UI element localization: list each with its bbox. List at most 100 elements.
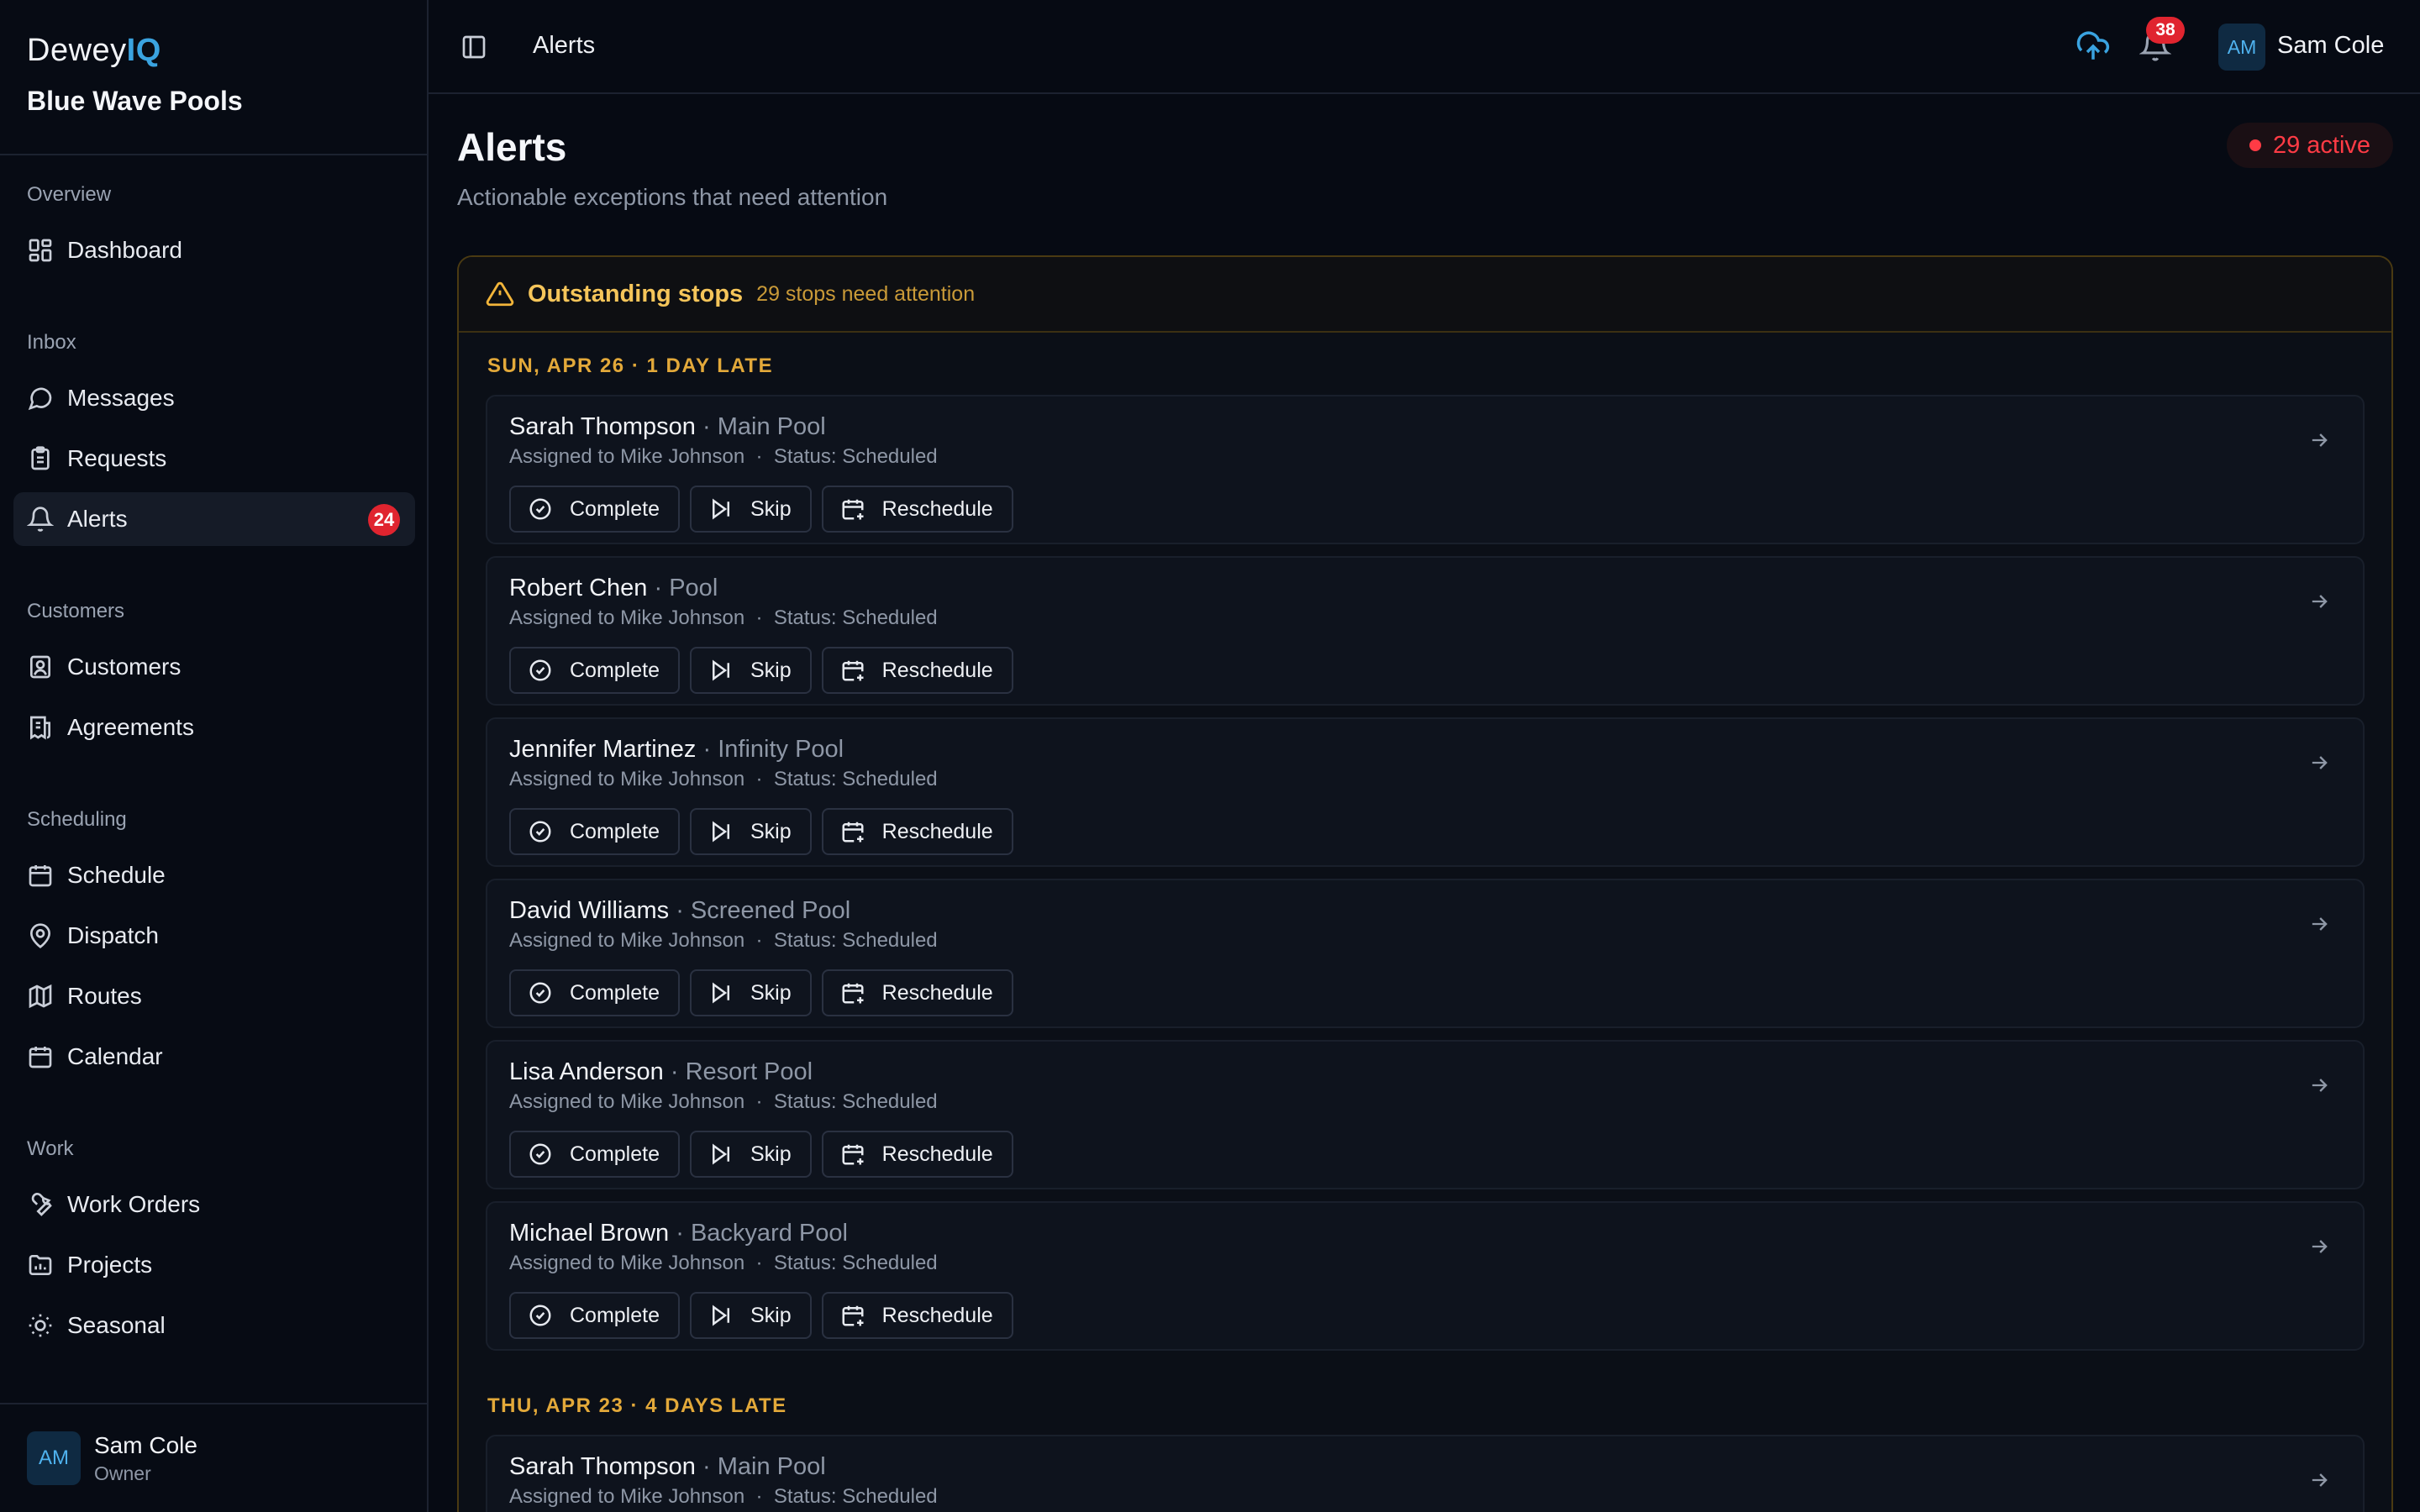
avatar[interactable]: AM [2218, 24, 2265, 71]
stop-card[interactable]: David Williams · Screened Pool Assigned … [486, 879, 2365, 1028]
sidebar-item-dispatch[interactable]: Dispatch [13, 909, 415, 963]
customer-line: Sarah Thompson · Main Pool [509, 413, 826, 441]
sidebar-item-calendar[interactable]: Calendar [13, 1030, 415, 1084]
sidebar-item-schedule[interactable]: Schedule [13, 848, 415, 902]
calendar-plus-icon [842, 660, 864, 681]
reschedule-label: Reschedule [881, 496, 993, 521]
skip-label: Skip [750, 980, 792, 1005]
complete-button[interactable]: Complete [509, 969, 680, 1016]
arrow-right-icon[interactable] [2307, 590, 2331, 613]
reschedule-button[interactable]: Reschedule [821, 1292, 1013, 1339]
skip-button[interactable]: Skip [690, 486, 812, 533]
sidebar: DeweyIQ Blue Wave Pools Overview Dashboa… [0, 0, 429, 1512]
panel-header: Outstanding stops 29 stops need attentio… [459, 257, 2391, 333]
reschedule-button[interactable]: Reschedule [821, 1131, 1013, 1178]
customer-name: Lisa Anderson [509, 1058, 664, 1085]
dashboard-icon [29, 239, 52, 262]
arrow-right-icon[interactable] [2307, 1235, 2331, 1258]
reschedule-button[interactable]: Reschedule [821, 969, 1013, 1016]
stop-card[interactable]: Sarah Thompson · Main Pool Assigned to M… [486, 395, 2365, 544]
stop-meta: Assigned to Mike Johnson · Status: Sched… [509, 445, 938, 469]
pool-name: · Main Pool [702, 413, 826, 440]
nav-section-overview: Overview [27, 183, 112, 206]
alerts-count-badge: 24 [368, 504, 400, 536]
meta-separator: · [750, 1485, 769, 1508]
calendar-plus-icon [842, 822, 864, 843]
sidebar-toggle-icon[interactable] [460, 34, 487, 60]
nav-section-customers: Customers [27, 600, 125, 622]
bell-icon [27, 507, 54, 532]
check-circle-icon [529, 821, 551, 843]
assigned-to: Assigned to Mike Johnson [509, 1485, 745, 1508]
customer-line: Jennifer Martinez · Infinity Pool [509, 736, 844, 764]
skip-label: Skip [750, 658, 792, 682]
sidebar-item-projects[interactable]: Projects [13, 1238, 415, 1292]
sidebar-item-customers[interactable]: Customers [13, 640, 415, 694]
arrow-right-icon[interactable] [2307, 428, 2331, 452]
sidebar-item-agreements[interactable]: Agreements [13, 701, 415, 754]
top-bar: Alerts 38 AM Sam Cole [429, 0, 2420, 94]
arrow-right-icon[interactable] [2307, 1468, 2331, 1492]
complete-label: Complete [570, 819, 660, 843]
complete-button[interactable]: Complete [509, 808, 680, 855]
app-logo[interactable]: DeweyIQ [27, 32, 400, 69]
skip-button[interactable]: Skip [690, 808, 812, 855]
complete-button[interactable]: Complete [509, 486, 680, 533]
skip-button[interactable]: Skip [690, 969, 812, 1016]
stop-card[interactable]: Robert Chen · Pool Assigned to Mike John… [486, 556, 2365, 706]
active-count-badge: 29 active [2227, 123, 2393, 168]
sidebar-item-routes[interactable]: Routes [13, 969, 415, 1023]
skip-label: Skip [750, 496, 792, 521]
sidebar-item-dashboard[interactable]: Dashboard [13, 223, 415, 277]
folder-chart-icon [29, 1255, 52, 1275]
reschedule-button[interactable]: Reschedule [821, 647, 1013, 694]
sidebar-item-messages[interactable]: Messages [13, 371, 415, 425]
stop-card[interactable]: Sarah Thompson · Main Pool Assigned to M… [486, 1435, 2365, 1512]
sidebar-item-label: Routes [67, 983, 142, 1009]
stop-meta: Assigned to Mike Johnson · Status: Sched… [509, 1090, 938, 1114]
skip-button[interactable]: Skip [690, 647, 812, 694]
meta-separator: · [750, 768, 769, 790]
assigned-to: Assigned to Mike Johnson [509, 1252, 745, 1274]
contact-icon [30, 655, 50, 679]
complete-label: Complete [570, 980, 660, 1005]
skip-button[interactable]: Skip [690, 1292, 812, 1339]
pool-name: · Main Pool [702, 1453, 826, 1480]
check-circle-icon [529, 1305, 551, 1326]
check-circle-icon [529, 659, 551, 681]
user-name[interactable]: Sam Cole [2277, 32, 2384, 60]
user-menu[interactable]: AM Sam Cole Owner [0, 1403, 427, 1512]
skip-button[interactable]: Skip [690, 1131, 812, 1178]
sidebar-item-alerts[interactable]: Alerts 24 [13, 492, 415, 546]
stop-card[interactable]: Lisa Anderson · Resort Pool Assigned to … [486, 1040, 2365, 1189]
complete-button[interactable]: Complete [509, 1131, 680, 1178]
date-group-label: THU, APR 23 · 4 DAYS LATE [487, 1394, 787, 1418]
wrench-icon [31, 1193, 52, 1216]
pool-name: · Infinity Pool [702, 736, 844, 763]
stop-card[interactable]: Michael Brown · Backyard Pool Assigned t… [486, 1201, 2365, 1351]
complete-button[interactable]: Complete [509, 647, 680, 694]
arrow-right-icon[interactable] [2307, 912, 2331, 936]
sidebar-item-seasonal[interactable]: Seasonal [13, 1299, 415, 1352]
reschedule-button[interactable]: Reschedule [821, 486, 1013, 533]
group-late: · 4 DAYS LATE [630, 1394, 787, 1417]
arrow-right-icon[interactable] [2307, 751, 2331, 774]
stop-card[interactable]: Jennifer Martinez · Infinity Pool Assign… [486, 717, 2365, 867]
sidebar-item-requests[interactable]: Requests [13, 432, 415, 486]
reschedule-label: Reschedule [881, 1142, 993, 1166]
customer-line: David Williams · Screened Pool [509, 897, 850, 925]
complete-label: Complete [570, 1303, 660, 1327]
complete-button[interactable]: Complete [509, 1292, 680, 1339]
sidebar-item-work-orders[interactable]: Work Orders [13, 1178, 415, 1231]
stop-status: Status: Scheduled [773, 929, 938, 952]
customer-name: Michael Brown [509, 1220, 670, 1247]
customer-name: Robert Chen [509, 575, 648, 601]
cloud-upload-icon[interactable] [2075, 29, 2111, 64]
status-dot [2249, 139, 2261, 151]
reschedule-button[interactable]: Reschedule [821, 808, 1013, 855]
reschedule-label: Reschedule [881, 1303, 993, 1327]
complete-label: Complete [570, 1142, 660, 1166]
group-late: · 1 DAY LATE [631, 354, 774, 377]
sidebar-item-label: Dashboard [67, 237, 182, 263]
arrow-right-icon[interactable] [2307, 1074, 2331, 1097]
